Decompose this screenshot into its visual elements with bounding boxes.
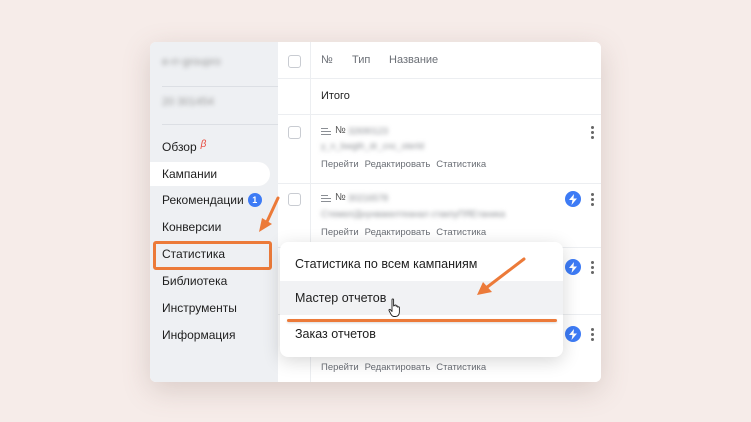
menu-item-all-campaigns-stats[interactable]: Статистика по всем кампаниям (280, 247, 563, 281)
campaign-number-prefix: № (335, 192, 346, 203)
campaign-id[interactable]: 32690123 (348, 126, 388, 136)
count-badge: 1 (247, 193, 262, 207)
row-actions: Перейти Редактировать Статистика (321, 159, 492, 170)
sidebar-item-label: Информация (162, 328, 236, 342)
column-header-name[interactable]: Название (389, 54, 438, 66)
sidebar-item-tools[interactable]: Инструменты (150, 296, 270, 320)
go-link[interactable]: Перейти (321, 362, 359, 373)
sidebar-item-overview[interactable]: Обзор β (150, 135, 270, 159)
more-icon[interactable] (589, 328, 595, 341)
stats-link[interactable]: Статистика (436, 227, 486, 238)
menu-item-report-wizard[interactable]: Мастер отчетов (280, 281, 563, 315)
sidebar-item-label: Инструменты (162, 301, 237, 315)
more-icon[interactable] (589, 126, 595, 139)
campaign-name[interactable]: y_n_bwgth_dr_cnc_oterld (321, 141, 424, 151)
go-link[interactable]: Перейти (321, 159, 359, 170)
sidebar-divider (162, 124, 280, 125)
campaign-number-prefix: № (335, 125, 346, 136)
campaign-type-icon (321, 195, 331, 203)
sidebar-item-label: Статистика (162, 247, 226, 261)
menu-item-order-reports[interactable]: Заказ отчетов (280, 317, 563, 351)
campaign-id[interactable]: 30216578 (348, 193, 388, 203)
report-wizard-underline (287, 319, 557, 322)
account-login: e-rr-groupro (162, 56, 221, 68)
total-row-label: Итого (321, 90, 350, 102)
select-all-checkbox[interactable] (288, 55, 301, 68)
edit-link[interactable]: Редактировать (365, 362, 431, 373)
hand-cursor-icon (388, 298, 400, 317)
row-actions: Перейти Редактировать Статистика (321, 362, 492, 373)
row-checkbox[interactable] (288, 126, 301, 139)
column-header-number[interactable]: № (321, 54, 333, 66)
statistics-dropdown-menu: Статистика по всем кампаниям Мастер отче… (280, 242, 563, 357)
stats-link[interactable]: Статистика (436, 159, 486, 170)
more-icon[interactable] (589, 193, 595, 206)
sidebar-item-info[interactable]: Информация (150, 323, 270, 347)
sidebar-item-conversions[interactable]: Конверсии (150, 215, 270, 239)
edit-link[interactable]: Редактировать (365, 159, 431, 170)
autotargeting-bolt-icon[interactable] (565, 326, 581, 342)
campaign-type-icon (321, 128, 331, 136)
sidebar-item-library[interactable]: Библиотека (150, 269, 270, 293)
sidebar-item-label: Кампании (162, 167, 218, 181)
sidebar-item-label: Рекомендации (162, 193, 244, 207)
more-icon[interactable] (589, 261, 595, 274)
row-divider (278, 114, 601, 115)
row-checkbox[interactable] (288, 193, 301, 206)
row-divider (278, 183, 601, 184)
sidebar-item-campaigns[interactable]: Кампании (150, 162, 270, 186)
beta-badge: β (200, 139, 207, 150)
sidebar-item-recommendations[interactable]: Рекомендации 1 (150, 188, 270, 212)
stats-link[interactable]: Статистика (436, 362, 486, 373)
autotargeting-bolt-icon[interactable] (565, 191, 581, 207)
row-actions: Перейти Редактировать Статистика (321, 227, 492, 238)
campaign-name[interactable]: Стемел/Днунвакелтеанал стакпуПЯЕтаника (321, 209, 505, 219)
row-divider (278, 78, 601, 79)
account-id: 20 301454 (162, 96, 214, 108)
sidebar-item-label: Конверсии (162, 220, 222, 234)
go-link[interactable]: Перейти (321, 227, 359, 238)
sidebar: e-rr-groupro 20 301454 Обзор β Кампании … (150, 42, 280, 382)
autotargeting-bolt-icon[interactable] (565, 259, 581, 275)
sidebar-divider (162, 86, 280, 87)
column-header-type[interactable]: Тип (352, 54, 370, 66)
edit-link[interactable]: Редактировать (365, 227, 431, 238)
sidebar-item-label: Библиотека (162, 274, 228, 288)
sidebar-item-label: Обзор (162, 140, 197, 154)
sidebar-item-statistics[interactable]: Статистика (150, 242, 270, 266)
